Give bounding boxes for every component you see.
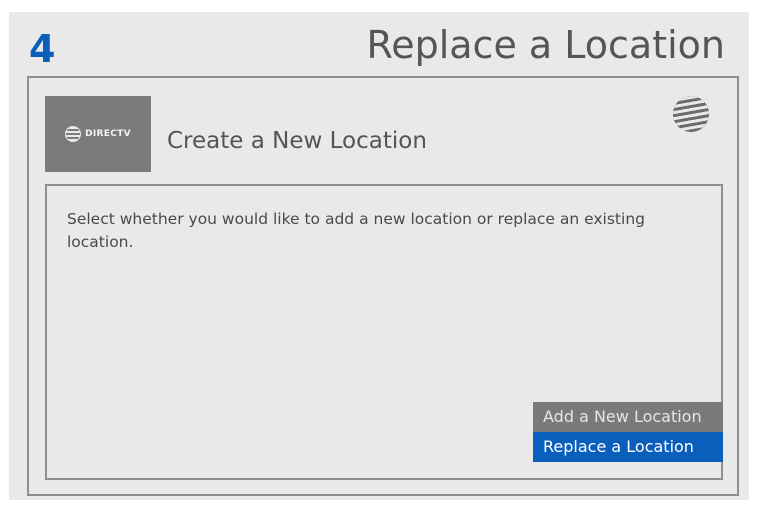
tv-screen: DIRECTV Create a New Location Select whe…: [27, 76, 739, 496]
page-title: Replace a Location: [366, 23, 725, 67]
screen-title: Create a New Location: [167, 128, 427, 154]
add-new-location-option[interactable]: Add a New Location: [533, 402, 723, 432]
directv-globe-icon: [65, 126, 82, 142]
content-panel: Select whether you would like to add a n…: [45, 184, 723, 480]
replace-location-option[interactable]: Replace a Location: [533, 432, 723, 462]
instructions-text: Select whether you would like to add a n…: [67, 210, 645, 251]
step-number: 4: [29, 27, 56, 71]
brand-logo-text: DIRECTV: [85, 129, 131, 139]
guide-page: 4 Replace a Location DIRECTV Create a Ne…: [9, 12, 749, 500]
directv-logo: DIRECTV: [45, 96, 151, 172]
location-options-menu: Add a New Location Replace a Location: [533, 402, 723, 462]
att-globe-icon: [673, 96, 709, 132]
